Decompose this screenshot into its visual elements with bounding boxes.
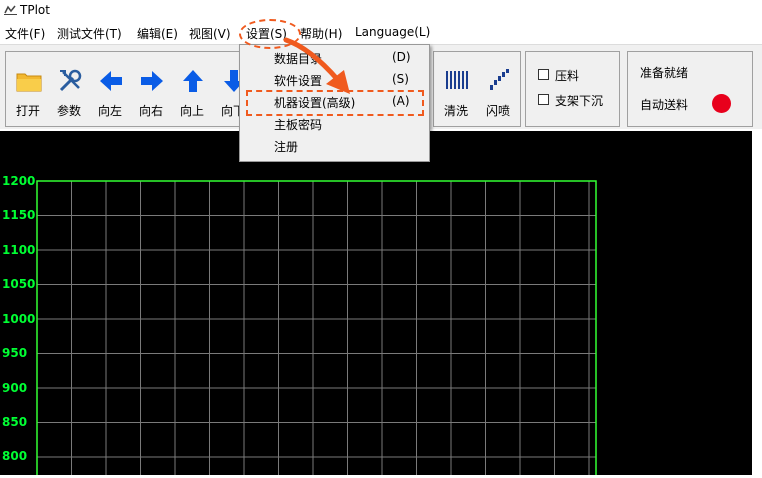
settings-dropdown-menu: 数据目录 (D) 软件设置 (S) 机器设置(高级) (A) 主板密码 注册 (239, 44, 430, 162)
params-button[interactable]: 参数 (49, 52, 89, 124)
menu-item-software-settings[interactable]: 软件设置 (S) (240, 69, 429, 91)
menu-item-label: 软件设置 (274, 74, 323, 88)
press-material-label: 压料 (555, 69, 580, 83)
y-tick-label: 800 (2, 449, 28, 463)
move-up-button[interactable]: 向上 (172, 52, 212, 124)
y-tick-label: 950 (2, 346, 28, 360)
arrow-left-icon (100, 71, 122, 91)
menu-item-shortcut: (A) (392, 94, 410, 108)
plot-frame (36, 180, 597, 475)
tools-icon (59, 69, 82, 92)
menu-item-label: 主板密码 (274, 118, 323, 132)
window-title: TPlot (20, 3, 50, 17)
menu-item-label: 数据目录 (274, 52, 323, 66)
menu-edit[interactable]: 编辑(E) (137, 25, 178, 42)
status-text: 准备就绪 (640, 66, 689, 80)
open-button[interactable]: 打开 (8, 52, 48, 124)
move-left-button[interactable]: 向左 (90, 52, 130, 124)
params-button-label: 参数 (56, 104, 81, 118)
arrow-right-icon (141, 71, 163, 91)
menu-item-data-directory[interactable]: 数据目录 (D) (240, 47, 429, 69)
toolbar-group-clean (433, 51, 521, 127)
toolbar-group-options: 压料 支架下沉 (525, 51, 620, 127)
auto-feed-label[interactable]: 自动送料 (640, 96, 688, 113)
y-tick-label: 1150 (2, 208, 36, 222)
app-icon (4, 5, 17, 15)
menu-item-board-password[interactable]: 主板密码 (240, 113, 429, 135)
move-up-label: 向上 (179, 104, 204, 118)
menu-testfile[interactable]: 测试文件(T) (57, 25, 122, 42)
move-right-label: 向右 (138, 104, 163, 118)
y-tick-label: 1050 (2, 277, 36, 291)
status-indicator-light (712, 94, 731, 113)
y-tick-label: 1100 (2, 243, 36, 257)
menu-item-label: 注册 (274, 140, 299, 154)
plot-grid (36, 180, 597, 475)
y-tick-label: 850 (2, 415, 28, 429)
folder-icon (16, 73, 42, 92)
menu-help[interactable]: 帮助(H) (300, 25, 342, 42)
plot-area: 1200 1150 1100 1050 1000 950 900 850 800 (0, 131, 752, 475)
toolbar-group-status: 准备就绪 自动送料 (627, 51, 753, 127)
y-tick-label: 1200 (2, 174, 36, 188)
menu-item-register[interactable]: 注册 (240, 135, 429, 157)
menu-bar: 文件(F) 测试文件(T) 编辑(E) 视图(V) 设置(S) 帮助(H) La… (0, 22, 762, 42)
open-button-label: 打开 (15, 104, 40, 118)
y-tick-label: 1000 (2, 312, 36, 326)
menu-view[interactable]: 视图(V) (189, 25, 231, 42)
y-tick-label: 900 (2, 381, 28, 395)
menu-language[interactable]: Language(L) (355, 25, 430, 39)
menu-item-shortcut: (S) (392, 72, 409, 86)
bracket-sink-label: 支架下沉 (555, 94, 604, 108)
title-bar: TPlot (0, 0, 762, 20)
move-right-button[interactable]: 向右 (131, 52, 171, 124)
menu-file[interactable]: 文件(F) (5, 25, 45, 42)
arrow-up-icon (183, 70, 203, 92)
menu-settings[interactable]: 设置(S) (246, 25, 287, 42)
move-left-label: 向左 (97, 104, 122, 118)
menu-item-shortcut: (D) (392, 50, 411, 64)
menu-item-machine-settings-advanced[interactable]: 机器设置(高级) (A) (240, 91, 429, 113)
checkbox-box[interactable] (538, 69, 549, 80)
checkbox-box[interactable] (538, 94, 549, 105)
menu-item-label: 机器设置(高级) (274, 96, 356, 110)
